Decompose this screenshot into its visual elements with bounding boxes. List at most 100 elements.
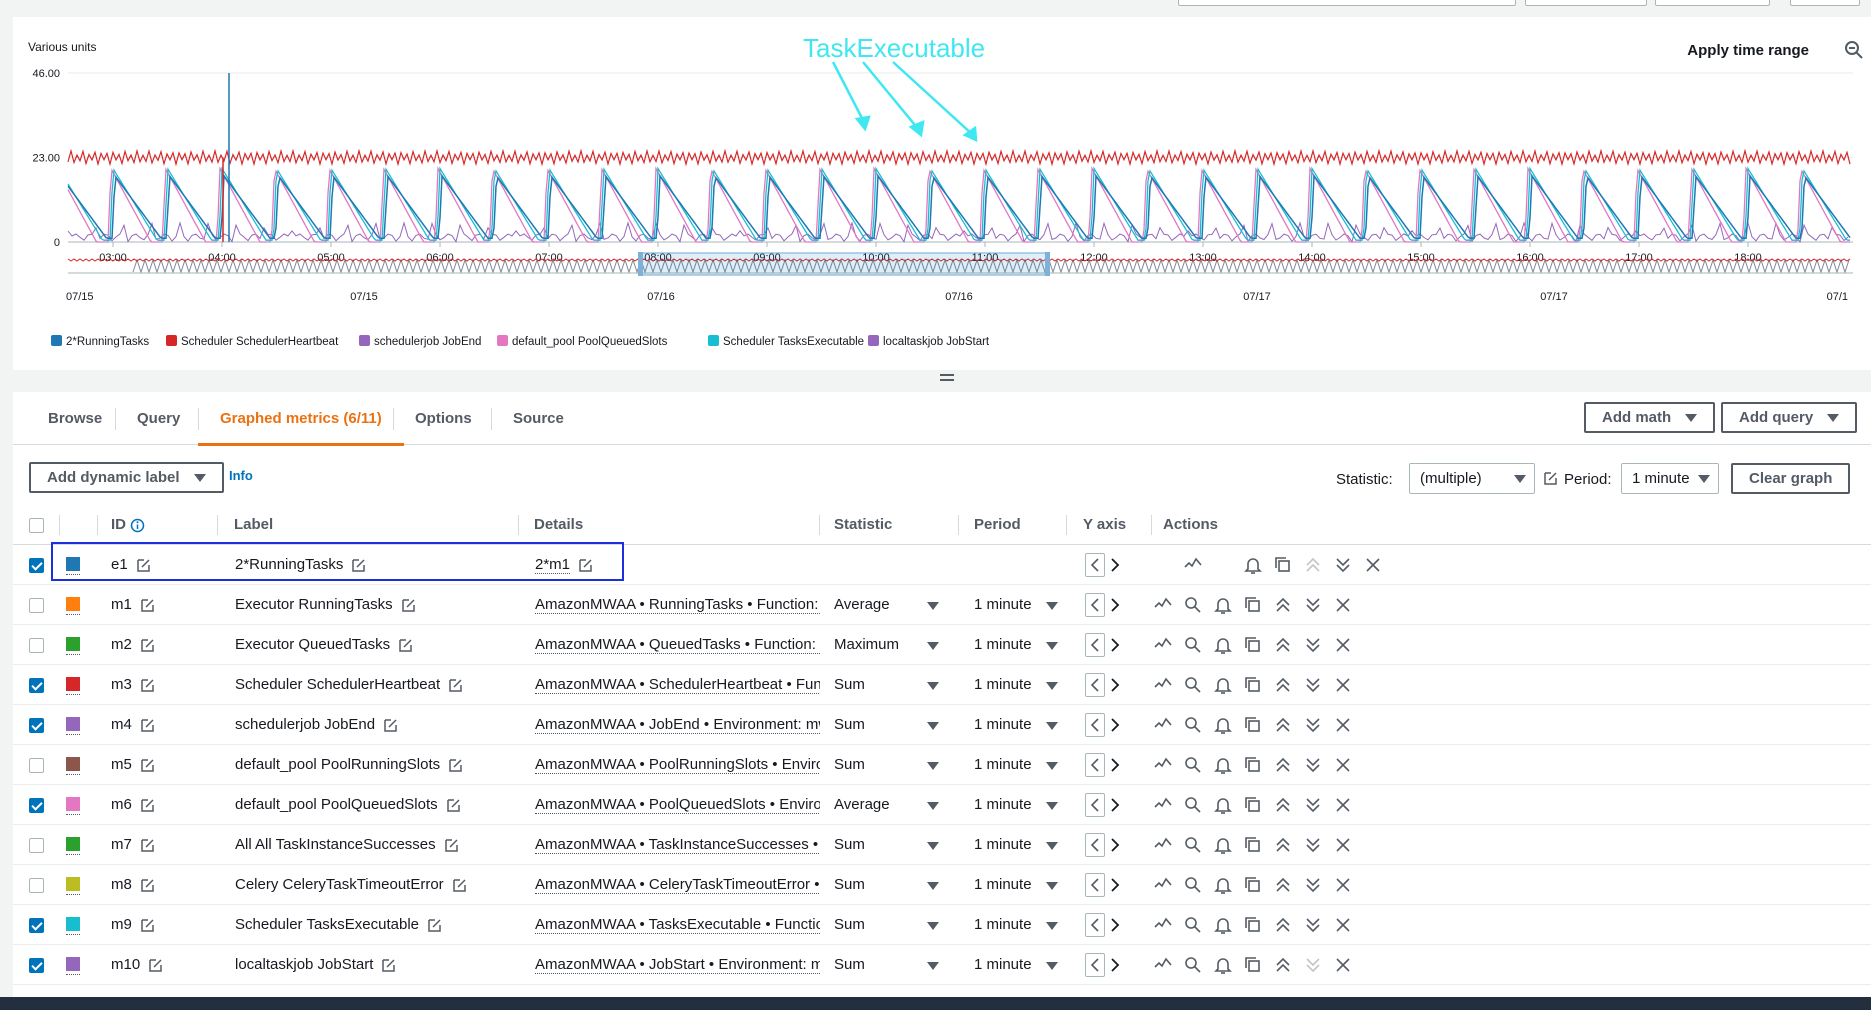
bell-icon[interactable] <box>1213 635 1233 655</box>
color-swatch[interactable] <box>66 837 80 851</box>
details-cell[interactable]: AmazonMWAA • TasksExecutable • Function: <box>535 905 820 945</box>
id-cell[interactable]: m6 <box>111 785 155 825</box>
color-swatch[interactable] <box>66 717 80 731</box>
move-up-icon[interactable] <box>1273 635 1293 655</box>
edit-icon[interactable] <box>140 918 155 933</box>
search-icon[interactable] <box>1183 675 1203 695</box>
edit-icon[interactable] <box>140 638 155 653</box>
move-down-icon[interactable] <box>1303 835 1323 855</box>
sparkline-icon[interactable] <box>1153 755 1173 775</box>
period-cell[interactable]: 1 minute <box>974 825 1054 865</box>
sparkline-icon[interactable] <box>1153 595 1173 615</box>
color-swatch[interactable] <box>66 757 80 771</box>
close-icon[interactable] <box>1333 795 1353 815</box>
bell-icon[interactable] <box>1213 595 1233 615</box>
edit-icon[interactable] <box>427 918 442 933</box>
row-checkbox[interactable] <box>29 918 44 933</box>
move-up-icon[interactable] <box>1273 915 1293 935</box>
edit-icon[interactable] <box>140 598 155 613</box>
edit-icon[interactable] <box>383 718 398 733</box>
row-checkbox[interactable] <box>29 638 44 653</box>
close-icon[interactable] <box>1363 555 1383 575</box>
y-axis-toggle[interactable] <box>1085 913 1125 937</box>
period-cell[interactable]: 1 minute <box>974 585 1054 625</box>
y-axis-toggle[interactable] <box>1085 593 1125 617</box>
statistic-cell[interactable]: Average <box>834 585 934 625</box>
move-down-icon[interactable] <box>1303 955 1323 975</box>
statistic-cell[interactable]: Sum <box>834 905 934 945</box>
bell-icon[interactable] <box>1213 755 1233 775</box>
move-down-icon[interactable] <box>1303 795 1323 815</box>
search-icon[interactable] <box>1183 955 1203 975</box>
id-cell[interactable]: m7 <box>111 825 155 865</box>
label-cell[interactable]: All All TaskInstanceSuccesses <box>235 825 459 865</box>
edit-icon[interactable] <box>401 598 416 613</box>
period-dropdown-icon[interactable] <box>1046 682 1058 690</box>
y-axis-toggle[interactable] <box>1085 873 1125 897</box>
legend-item[interactable]: 2*RunningTasks <box>51 335 149 348</box>
period-dropdown-icon[interactable] <box>1046 842 1058 850</box>
statistic-dropdown-icon[interactable] <box>927 882 939 890</box>
statistic-cell[interactable]: Sum <box>834 825 934 865</box>
statistic-cell[interactable]: Average <box>834 785 934 825</box>
y-axis-left-button[interactable] <box>1085 593 1105 617</box>
y-axis-right-icon[interactable] <box>1107 834 1123 856</box>
statistic-dropdown-icon[interactable] <box>927 722 939 730</box>
move-up-icon[interactable] <box>1273 875 1293 895</box>
id-cell[interactable]: m3 <box>111 665 155 705</box>
id-cell[interactable]: m1 <box>111 585 155 625</box>
row-checkbox[interactable] <box>29 958 44 973</box>
zoom-out-icon[interactable] <box>1843 39 1865 61</box>
table-row[interactable]: m10 localtaskjob JobStart AmazonMWAA • Job… <box>13 945 1871 985</box>
y-axis-left-button[interactable] <box>1085 673 1105 697</box>
row-checkbox[interactable] <box>29 758 44 773</box>
period-dropdown-icon[interactable] <box>1046 802 1058 810</box>
add-math-button[interactable]: Add math <box>1584 402 1716 433</box>
legend-item[interactable]: Scheduler TasksExecutable <box>708 335 864 348</box>
edit-icon[interactable] <box>1543 471 1558 486</box>
move-up-icon[interactable] <box>1303 555 1323 575</box>
details-cell[interactable]: AmazonMWAA • PoolRunningSlots • Environm <box>535 745 820 785</box>
edit-icon[interactable] <box>140 838 155 853</box>
move-down-icon[interactable] <box>1303 915 1323 935</box>
color-swatch[interactable] <box>66 877 80 891</box>
details-cell[interactable]: AmazonMWAA • RunningTasks • Function: Ex… <box>535 585 820 625</box>
move-up-icon[interactable] <box>1273 795 1293 815</box>
statistic-dropdown-icon[interactable] <box>927 962 939 970</box>
edit-icon[interactable] <box>446 798 461 813</box>
info-link[interactable]: Info <box>229 468 253 483</box>
search-icon[interactable] <box>1183 595 1203 615</box>
close-icon[interactable] <box>1333 835 1353 855</box>
table-row[interactable]: m4 schedulerjob JobEnd AmazonMWAA • JobEnd… <box>13 705 1871 745</box>
close-icon[interactable] <box>1333 915 1353 935</box>
period-cell[interactable]: 1 minute <box>974 865 1054 905</box>
table-row[interactable]: m1 Executor RunningTasks AmazonMWAA • Runn… <box>13 585 1871 625</box>
period-dropdown-icon[interactable] <box>1046 762 1058 770</box>
edit-icon[interactable] <box>452 878 467 893</box>
y-axis-toggle[interactable] <box>1085 553 1125 577</box>
edit-icon[interactable] <box>148 958 163 973</box>
y-axis-right-icon[interactable] <box>1107 914 1123 936</box>
copy-icon[interactable] <box>1243 835 1263 855</box>
label-cell[interactable]: Executor QueuedTasks <box>235 625 413 665</box>
move-down-icon[interactable] <box>1303 715 1323 735</box>
period-cell[interactable]: 1 minute <box>974 745 1054 785</box>
tab-browse[interactable]: Browse <box>26 392 124 445</box>
add-dynamic-label-button[interactable]: Add dynamic label <box>29 462 224 493</box>
move-down-icon[interactable] <box>1303 675 1323 695</box>
move-up-icon[interactable] <box>1273 755 1293 775</box>
y-axis-left-button[interactable] <box>1085 793 1105 817</box>
label-cell[interactable]: Celery CeleryTaskTimeoutError <box>235 865 467 905</box>
table-row[interactable]: m5 default_pool PoolRunningSlots AmazonMWA… <box>13 745 1871 785</box>
table-row[interactable]: m8 Celery CeleryTaskTimeoutError AmazonMWA… <box>13 865 1871 905</box>
color-swatch[interactable] <box>66 677 80 691</box>
sparkline-icon[interactable] <box>1153 915 1173 935</box>
row-checkbox[interactable] <box>29 878 44 893</box>
metrics-graph[interactable]: Various units 46.0023.00003:00 04:00 05:00… <box>13 17 1871 370</box>
edit-icon[interactable] <box>140 718 155 733</box>
tab-source[interactable]: Source <box>491 392 586 445</box>
move-down-icon[interactable] <box>1303 755 1323 775</box>
bell-icon[interactable] <box>1213 835 1233 855</box>
statistic-cell[interactable]: Sum <box>834 945 934 985</box>
period-cell[interactable]: 1 minute <box>974 785 1054 825</box>
